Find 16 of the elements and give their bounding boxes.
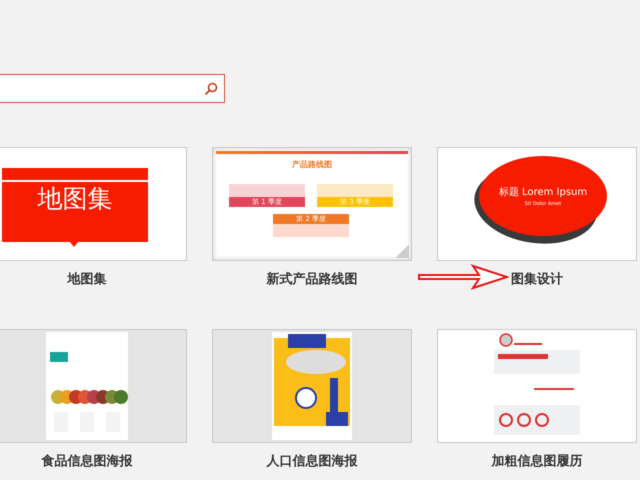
template-name: 图集设计 <box>511 271 563 288</box>
template-thumbnail[interactable]: 地图集 <box>0 147 187 261</box>
search-field[interactable] <box>0 74 225 103</box>
template-name: 人口信息图海报 <box>266 453 358 470</box>
banner-pointer <box>70 242 78 247</box>
template-thumbnail[interactable] <box>212 329 412 443</box>
template-name: 加粗信息图履历 <box>492 453 582 470</box>
template-name: 地图集 <box>68 271 106 288</box>
thumbnail-title: 标题 Lorem Ipsum <box>498 186 588 199</box>
template-thumbnail[interactable] <box>0 329 187 443</box>
template-name: 新式产品路线图 <box>266 270 358 288</box>
thumbnail-title: 产品路线图 <box>292 159 332 170</box>
template-thumbnail[interactable] <box>437 329 637 443</box>
thumbnail-title: 地图集 <box>38 184 112 215</box>
template-name: 食品信息图海报 <box>42 453 132 470</box>
search-icon[interactable] <box>204 82 218 96</box>
